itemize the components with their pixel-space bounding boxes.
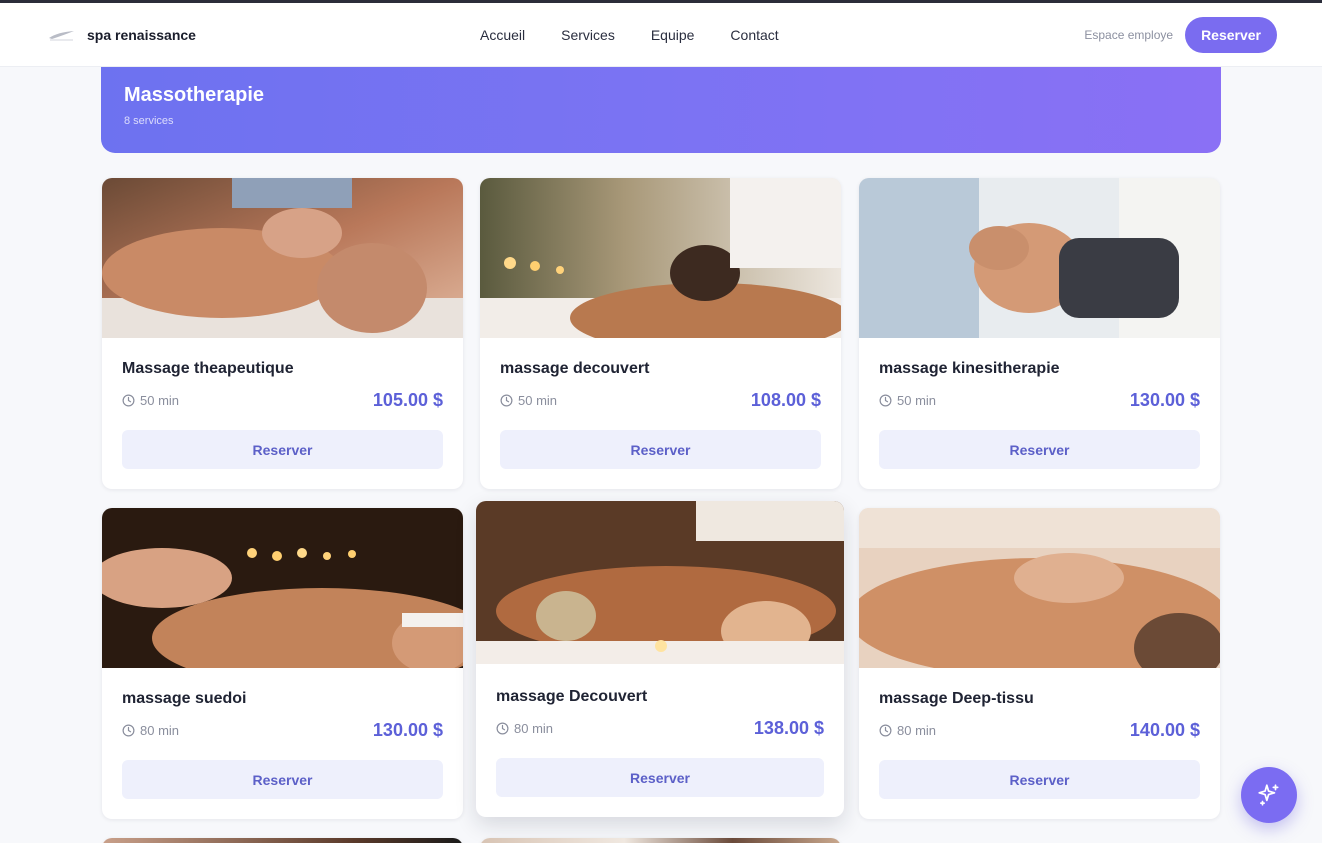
service-card: massage Decouvert 80 min 138.00 $ Reserv… [476,501,844,817]
service-duration: 50 min [500,393,557,408]
clock-icon [122,724,135,737]
service-photo [480,178,841,338]
service-duration: 80 min [879,723,936,738]
staff-space-link[interactable]: Espace employe [1084,28,1173,42]
reserve-button[interactable]: Reserver [122,760,443,799]
nav-contact[interactable]: Contact [730,27,778,43]
service-price: 130.00 $ [372,720,443,740]
reserve-button[interactable]: Reserver [879,430,1200,469]
duration-text: 50 min [518,393,558,408]
duration-text: 50 min [897,393,937,408]
site-header: spa renaissance Accueil Services Equipe … [0,3,1322,67]
service-photo [102,178,463,338]
duration-text: 50 min [140,393,180,408]
duration-text: 80 min [140,723,180,738]
nav-equipe[interactable]: Equipe [651,27,695,43]
service-count: 8 services [124,115,174,127]
service-duration: 50 min [122,393,179,408]
service-card-partial [102,838,463,843]
service-name: massage suedoi [122,690,247,707]
brand-name: spa renaissance [87,27,196,43]
service-duration: 50 min [879,393,936,408]
clock-icon [496,722,509,735]
nav-services[interactable]: Services [561,27,615,43]
duration-text: 80 min [514,721,554,736]
service-price: 140.00 $ [1129,720,1200,740]
brand[interactable]: spa renaissance [48,3,196,67]
service-card: Massage theapeutique 50 min 105.00 $ Res… [102,178,463,489]
reserve-button[interactable]: Reserver [496,758,824,797]
service-name: massage Deep-tissu [879,690,1034,707]
category-banner: Massotherapie 8 services [101,60,1221,153]
clock-icon [879,394,892,407]
clock-icon [500,394,513,407]
service-name: Massage theapeutique [122,360,294,377]
service-price: 130.00 $ [1129,390,1200,410]
service-price: 138.00 $ [753,718,824,738]
clock-icon [879,724,892,737]
service-price: 105.00 $ [372,390,443,410]
logo-icon [49,31,74,41]
duration-text: 80 min [897,723,937,738]
service-name: massage kinesitherapie [879,360,1060,377]
service-card: massage suedoi 80 min 130.00 $ Reserver [102,508,463,819]
reserve-button[interactable]: Reserver [879,760,1200,799]
service-card: massage kinesitherapie 50 min 130.00 $ R… [859,178,1220,489]
header-actions: Espace employe Reserver [1084,3,1277,67]
header-reserve-button[interactable]: Reserver [1185,17,1277,53]
service-photo [102,838,463,843]
service-name: massage Decouvert [496,688,648,705]
service-duration: 80 min [496,721,553,736]
service-card: massage Deep-tissu 80 min 140.00 $ Reser… [859,508,1220,819]
ai-assistant-button[interactable] [1241,767,1297,823]
reserve-button[interactable]: Reserver [122,430,443,469]
service-card-partial [480,838,841,843]
nav-accueil[interactable]: Accueil [480,27,525,43]
service-photo [480,838,841,843]
service-price: 108.00 $ [750,390,821,410]
service-card: massage decouvert 50 min 108.00 $ Reserv… [480,178,841,489]
clock-icon [122,394,135,407]
service-name: massage decouvert [500,360,650,377]
service-duration: 80 min [122,723,179,738]
service-photo [476,501,844,664]
category-title: Massotherapie [124,84,265,106]
reserve-button[interactable]: Reserver [500,430,821,469]
sparkles-icon [1258,784,1279,806]
main-nav: Accueil Services Equipe Contact [480,3,779,67]
service-photo [859,178,1220,338]
service-photo [102,508,463,668]
service-photo [859,508,1220,668]
